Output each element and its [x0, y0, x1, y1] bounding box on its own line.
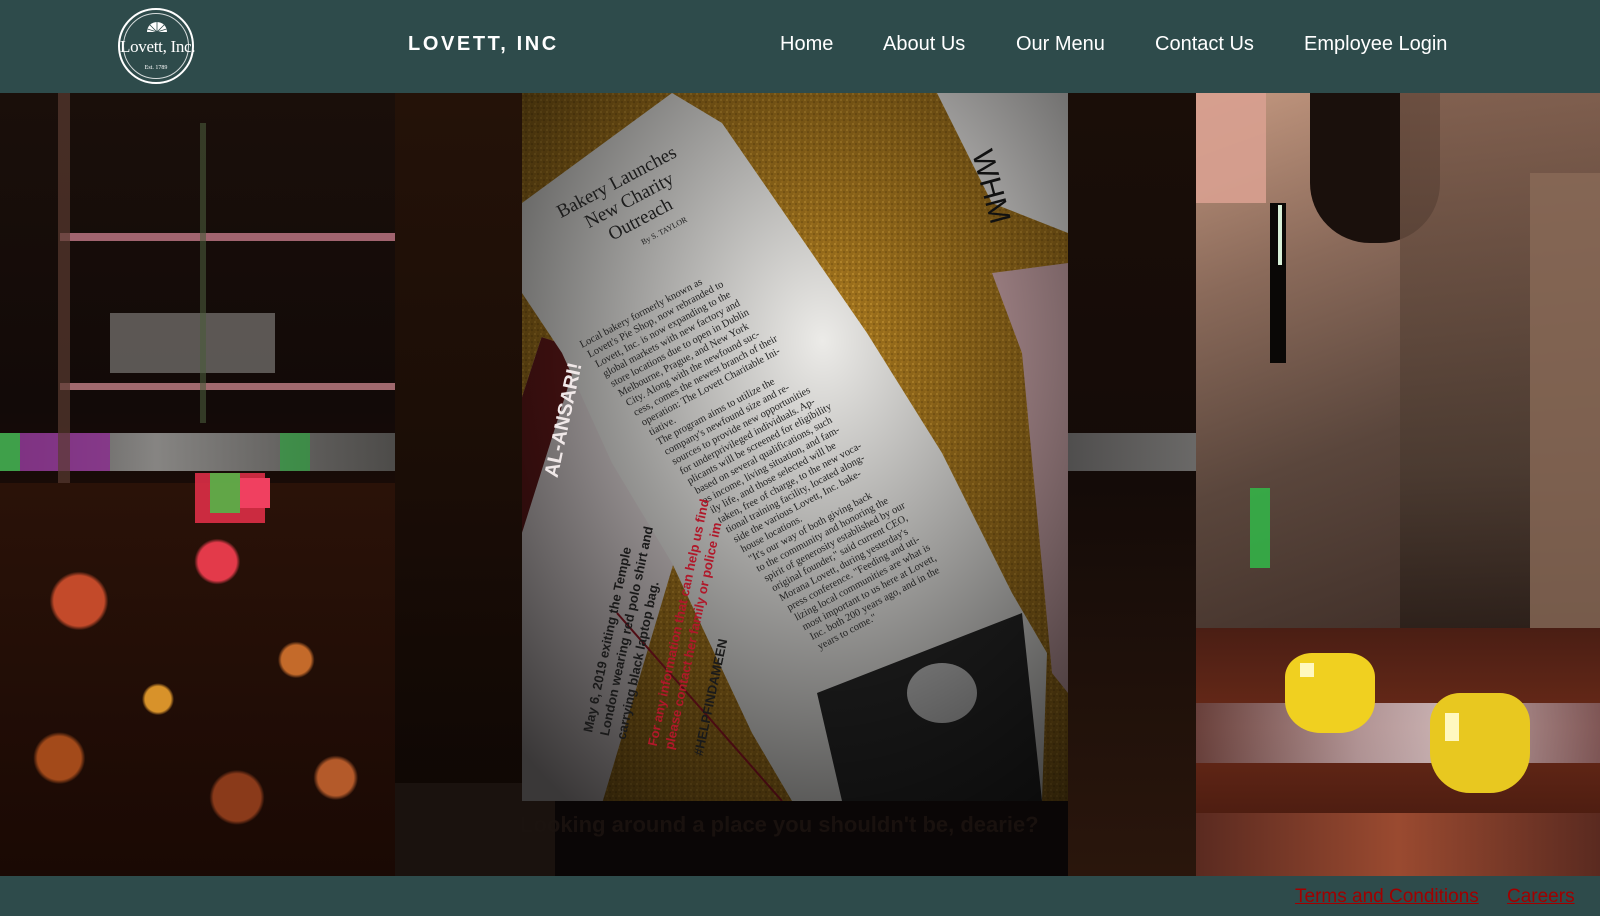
page: Lovett, Inc. Est. 1789 LOVETT, INC Home … — [0, 0, 1600, 916]
nav-about-us[interactable]: About Us — [883, 33, 965, 56]
tagline: Looking around a place you shouldn't be,… — [520, 812, 1039, 837]
corkboard-image: Bakery Launches New Charity Outreach By … — [522, 93, 1068, 801]
brand-title[interactable]: LOVETT, INC — [408, 33, 559, 56]
nav-our-menu[interactable]: Our Menu — [1016, 33, 1105, 56]
logo-name: Lovett, Inc. — [120, 37, 196, 56]
site-footer: Terms and Conditions Careers — [0, 876, 1600, 916]
nav-contact-us[interactable]: Contact Us — [1155, 33, 1254, 56]
nav-home[interactable]: Home — [780, 33, 833, 56]
nav-employee-login[interactable]: Employee Login — [1304, 33, 1447, 56]
terms-link[interactable]: Terms and Conditions — [1295, 886, 1479, 908]
careers-link[interactable]: Careers — [1507, 886, 1575, 908]
logo-est: Est. 1789 — [144, 65, 168, 71]
logo[interactable]: Lovett, Inc. Est. 1789 — [118, 8, 196, 84]
sunburst-icon — [147, 22, 167, 32]
site-header: Lovett, Inc. Est. 1789 LOVETT, INC Home … — [0, 0, 1600, 93]
evidence-photo: Bakery Launches New Charity Outreach By … — [522, 93, 1068, 801]
